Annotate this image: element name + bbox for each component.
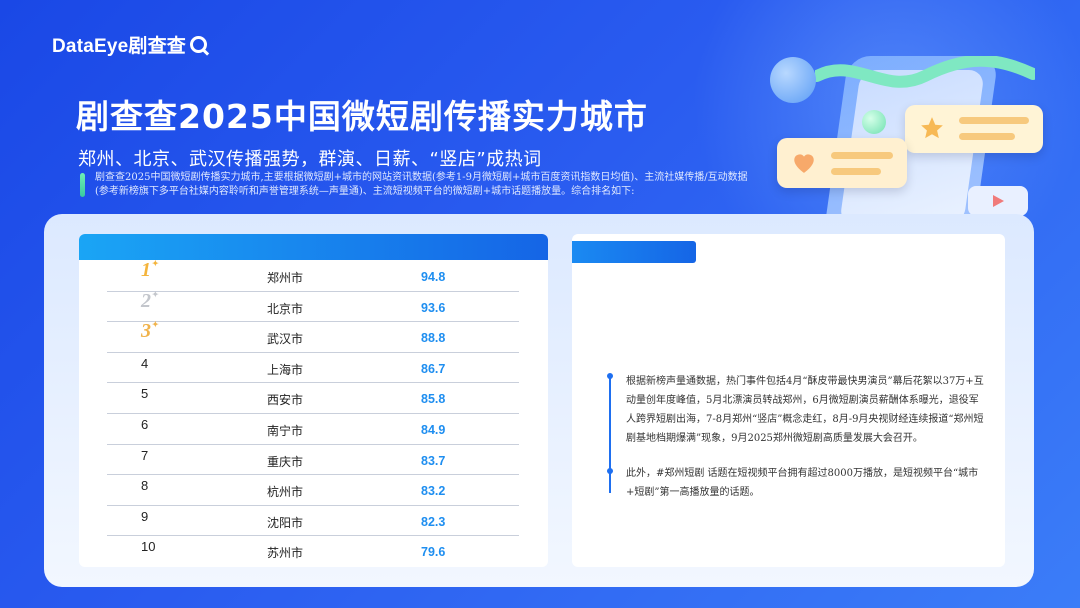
star-icon	[921, 117, 943, 139]
timeline	[607, 373, 613, 493]
city-name: 苏州市	[267, 546, 304, 561]
table-row: 8 杭州市 83.2	[107, 475, 519, 506]
rank-value: 9	[141, 508, 149, 524]
rank-value: 2	[141, 289, 151, 312]
rank-number: 5	[141, 386, 148, 401]
city-score: 79.6	[421, 545, 446, 560]
city-score: 83.7	[421, 453, 446, 468]
city-score: 88.8	[421, 331, 446, 346]
rank-number: 2✦	[141, 290, 159, 313]
notes-card: 根据新榜声量通数据，热门事件包括4月“酥皮带最快男演员”幕后花絮以37万+互动量…	[572, 234, 1005, 567]
rank-number: 4	[141, 356, 148, 371]
rank-value: 1	[141, 259, 151, 281]
rank-number: 3✦	[141, 320, 159, 343]
sparkle-icon: ✦	[152, 259, 159, 268]
magnifier-logo-icon	[190, 36, 207, 53]
play-icon	[993, 195, 1004, 207]
city-score: 93.6	[421, 300, 446, 315]
city-name: 西安市	[267, 393, 304, 408]
table-row: 2✦ 北京市 93.6	[107, 290, 519, 323]
table-row: 1✦ 郑州市 94.8	[107, 259, 519, 292]
rank-value: 7	[141, 447, 149, 463]
rank-number: 9	[141, 509, 148, 524]
sphere-icon	[770, 57, 816, 103]
page-subtitle: 郑州、北京、武汉传播强势，群演、日薪、“竖店”成热词	[78, 149, 542, 170]
city-score: 84.9	[421, 422, 446, 437]
city-score: 82.3	[421, 514, 446, 529]
page-title: 剧查查2025中国微短剧传播实力城市	[76, 97, 648, 136]
notes-paragraph-2: 此外，#郑州短剧 话题在短视频平台拥有超过8000万播放，是短视频平台“城市+短…	[626, 468, 979, 498]
brand-logo-text: DataEye剧查查	[52, 36, 186, 57]
rank-number: 6	[141, 417, 148, 432]
table-row: 10 苏州市 79.6	[107, 536, 519, 567]
timeline-dot	[607, 373, 613, 379]
city-name: 上海市	[267, 362, 304, 377]
city-name: 重庆市	[267, 454, 304, 469]
rank-number: 7	[141, 448, 148, 463]
table-row: 6 南宁市 84.9	[107, 414, 519, 445]
city-name: 武汉市	[267, 332, 304, 347]
green-dot-icon	[862, 110, 886, 134]
city-name: 沈阳市	[267, 515, 304, 530]
sparkle-icon: ✦	[152, 289, 159, 299]
table-row: 9 沈阳市 82.3	[107, 506, 519, 537]
table-row: 5 西安市 85.8	[107, 383, 519, 414]
rank-value: 3	[141, 320, 151, 343]
rank-number: 1✦	[141, 259, 159, 282]
notes-card-tab	[572, 241, 696, 263]
city-score: 86.7	[421, 361, 446, 376]
city-name: 北京市	[267, 301, 304, 316]
description-accent-bar	[80, 173, 85, 197]
city-score: 94.8	[421, 270, 446, 284]
play-card-illustration	[968, 186, 1028, 216]
city-name: 郑州市	[267, 271, 304, 285]
brand-logo: DataEye剧查查	[52, 31, 207, 58]
table-row: 3✦ 武汉市 88.8	[107, 320, 519, 353]
rank-value: 6	[141, 416, 149, 432]
city-score: 85.8	[421, 392, 446, 407]
timeline-line	[609, 377, 611, 493]
rank-number: 10	[141, 539, 155, 554]
rank-number: 8	[141, 478, 148, 493]
city-score: 83.2	[421, 484, 446, 499]
city-name: 南宁市	[267, 423, 304, 438]
page-description: 剧查查2025中国微短剧传播实力城市,主要根据微短剧+城市的网站资讯数据(参考1…	[95, 172, 748, 197]
table-row: 7 重庆市 83.7	[107, 445, 519, 476]
ranking-card: 1✦ 郑州市 94.8 2✦ 北京市 93.6 3✦ 武汉市 88.8 4 上海市 86.7 5 西安市 8…	[79, 234, 548, 567]
ranking-table: 1✦ 郑州市 94.8 2✦ 北京市 93.6 3✦ 武汉市 88.8 4 上海市 86.7 5 西安市 8…	[107, 259, 519, 567]
sparkle-icon: ✦	[152, 320, 159, 330]
star-card-illustration	[905, 105, 1043, 153]
ranking-card-header	[79, 234, 548, 260]
wave-ribbon-icon	[815, 56, 1035, 88]
heart-icon	[794, 154, 814, 173]
notes-paragraph-1: 根据新榜声量通数据，热门事件包括4月“酥皮带最快男演员”幕后花絮以37万+互动量…	[626, 376, 984, 444]
rank-value: 5	[141, 386, 149, 402]
rank-value: 8	[141, 478, 149, 494]
timeline-dot	[607, 468, 613, 474]
rank-value: 4	[141, 355, 149, 371]
rank-value: 10	[141, 539, 156, 555]
city-name: 杭州市	[267, 485, 304, 500]
heart-card-illustration	[777, 138, 907, 188]
table-row: 4 上海市 86.7	[107, 353, 519, 384]
